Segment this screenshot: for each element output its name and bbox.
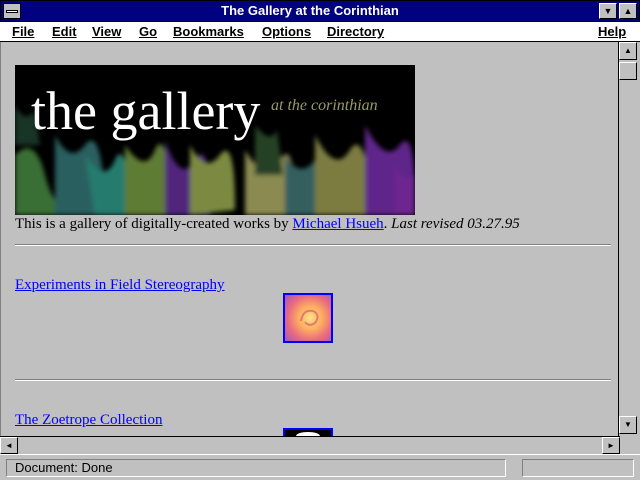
menu-bar: File Edit View Go Bookmarks Options Dire… (0, 22, 640, 42)
progress-indicator (522, 459, 634, 477)
revised-date: Last revised 03.27.95 (391, 216, 520, 232)
author-link[interactable]: Michael Hsueh (292, 216, 383, 232)
minimize-button[interactable]: ▼ (599, 3, 617, 19)
link-field-stereography[interactable]: Experiments in Field Stereography (15, 277, 225, 294)
banner-subtitle: at the corinthian (271, 97, 378, 114)
window-title: The Gallery at the Corinthian (221, 3, 399, 18)
vertical-scroll-thumb[interactable] (619, 62, 637, 80)
scrollbar-corner (620, 436, 640, 454)
status-text: Document: Done (6, 459, 506, 477)
zoetrope-thumbnail[interactable] (283, 428, 333, 436)
menu-view[interactable]: View (92, 24, 121, 40)
menu-directory[interactable]: Directory (327, 24, 384, 40)
page-content[interactable]: the gallery at the corinthian This is a … (0, 42, 618, 436)
link-zoetrope-collection[interactable]: The Zoetrope Collection (15, 412, 162, 429)
divider (15, 379, 611, 381)
menu-options[interactable]: Options (262, 24, 311, 40)
status-bar: Document: Done (0, 454, 640, 480)
scroll-right-button[interactable]: ► (602, 437, 620, 454)
maximize-button[interactable]: ▲ (619, 3, 637, 19)
title-bar: The Gallery at the Corinthian ▼ ▲ (0, 0, 640, 22)
scroll-down-button[interactable]: ▼ (619, 416, 637, 434)
vertical-scrollbar[interactable]: ▲ ▼ (618, 42, 638, 436)
gallery-banner-image: the gallery at the corinthian (15, 65, 415, 215)
horizontal-scrollbar[interactable]: ◄ ► (0, 436, 620, 454)
menu-bookmarks[interactable]: Bookmarks (173, 24, 244, 40)
system-menu-button[interactable] (3, 3, 21, 19)
menu-edit[interactable]: Edit (52, 24, 77, 40)
divider (15, 244, 611, 246)
scroll-left-button[interactable]: ◄ (0, 437, 18, 454)
stereography-thumbnail-art (285, 295, 331, 341)
banner-title: the gallery (31, 81, 261, 141)
intro-text: This is a gallery of digitally-created w… (15, 216, 520, 233)
menu-go[interactable]: Go (139, 24, 157, 40)
stereography-thumbnail[interactable] (283, 293, 333, 343)
menu-help[interactable]: Help (598, 24, 626, 40)
menu-file[interactable]: File (12, 24, 34, 40)
intro-prefix: This is a gallery of digitally-created w… (15, 216, 293, 232)
scroll-up-button[interactable]: ▲ (619, 42, 637, 60)
